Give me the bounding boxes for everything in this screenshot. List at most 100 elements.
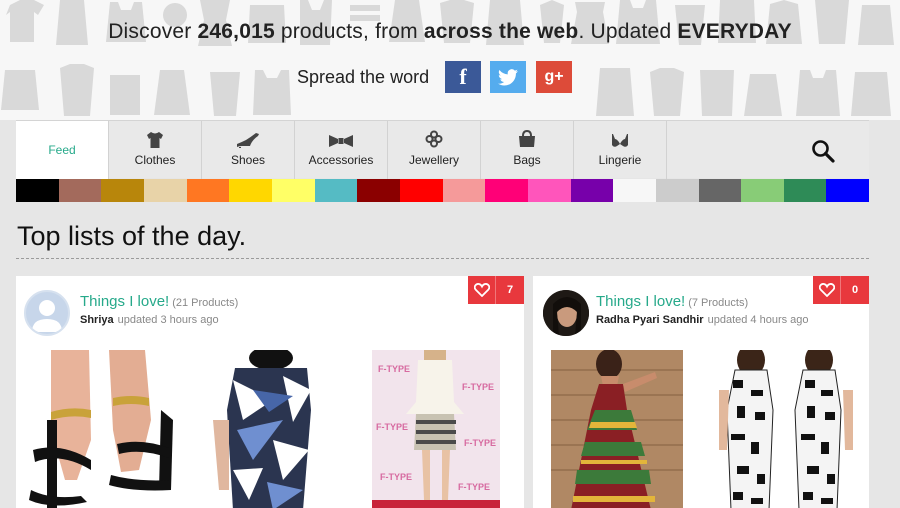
product-count-label: (21 Products) <box>172 297 239 309</box>
product-count-label: (7 Products) <box>688 297 749 309</box>
tab-lingerie-label: Lingerie <box>598 153 642 167</box>
list-card[interactable]: Things I love! (7 Products) Radha Pyari S… <box>533 276 869 508</box>
avatar[interactable] <box>24 290 70 336</box>
color-filter-bar <box>16 179 870 202</box>
like-count: 7 <box>496 276 524 304</box>
headline-suffix: . Updated <box>578 20 678 43</box>
update-frequency: EVERYDAY <box>677 20 792 43</box>
color-swatch[interactable] <box>613 179 656 202</box>
user-photo <box>543 290 589 336</box>
color-swatch[interactable] <box>229 179 272 202</box>
clothing-pattern-background <box>1 0 894 116</box>
color-swatch[interactable] <box>186 179 230 202</box>
product-image-peplum-dress[interactable]: F-TYPE F-TYPE F-TYPE F-TYPE F-TYPE F-TYP… <box>372 350 500 508</box>
facebook-share-button[interactable]: f <box>445 61 481 93</box>
section-title: Top lists of the day. <box>17 221 247 251</box>
search-icon <box>812 140 835 163</box>
color-swatch[interactable] <box>698 179 742 202</box>
list-title-link[interactable]: Things I love! <box>80 293 169 310</box>
user-line: Radha Pyari Sandhir updated 4 hours ago <box>596 314 809 326</box>
bag-icon <box>519 130 535 147</box>
color-swatch[interactable] <box>58 179 102 202</box>
color-swatch[interactable] <box>357 179 400 202</box>
like-count: 0 <box>841 276 869 304</box>
list-card[interactable]: Things I love! (21 Products) Shriya update… <box>16 276 524 508</box>
dashed-divider <box>16 258 869 259</box>
svg-text:F-TYPE: F-TYPE <box>376 422 408 432</box>
tab-feed[interactable]: Feed <box>16 121 109 179</box>
tab-jewellery[interactable]: Jewellery <box>388 121 481 179</box>
color-swatch[interactable] <box>399 179 443 202</box>
search-button[interactable] <box>811 139 835 168</box>
heart-icon <box>818 283 835 297</box>
headline-middle: products, from <box>274 20 424 43</box>
color-swatch[interactable] <box>271 179 315 202</box>
avatar[interactable] <box>543 290 589 336</box>
tab-bags[interactable]: Bags <box>481 121 574 179</box>
ring-icon <box>425 130 443 148</box>
category-nav: Feed Clothes Shoes Accessories Jewellery <box>16 120 869 179</box>
list-title-link[interactable]: Things I love! <box>596 293 685 310</box>
color-swatch[interactable] <box>826 179 870 202</box>
tab-lingerie[interactable]: Lingerie <box>574 121 667 179</box>
product-image-maxi-dress[interactable] <box>551 350 683 508</box>
product-image-printed-dress[interactable] <box>213 350 323 508</box>
like-button[interactable] <box>813 276 841 304</box>
spread-label: Spread the word <box>297 67 430 87</box>
user-line: Shriya updated 3 hours ago <box>80 314 219 326</box>
color-swatch[interactable] <box>143 179 187 202</box>
list-title-line: Things I love! (21 Products) <box>80 293 238 310</box>
bra-icon <box>612 134 628 147</box>
updated-time: updated 3 hours ago <box>117 314 219 326</box>
tab-shoes-label: Shoes <box>230 153 266 167</box>
twitter-icon <box>498 68 518 85</box>
svg-text:F-TYPE: F-TYPE <box>462 382 494 392</box>
headline-prefix: Discover <box>108 20 198 43</box>
tab-shoes[interactable]: Shoes <box>202 121 295 179</box>
google-plus-share-button[interactable]: g+ <box>536 61 572 93</box>
heart-icon <box>473 283 490 297</box>
hero-banner: Discover 246,015 products, from across t… <box>0 0 900 120</box>
updated-time: updated 4 hours ago <box>707 314 809 326</box>
heel-icon <box>237 133 259 148</box>
user-name-link[interactable]: Radha Pyari Sandhir <box>596 314 704 326</box>
tab-clothes[interactable]: Clothes <box>109 121 202 179</box>
color-swatch[interactable] <box>570 179 614 202</box>
like-widget: 7 <box>468 276 524 304</box>
svg-text:F-TYPE: F-TYPE <box>380 472 412 482</box>
facebook-icon: f <box>459 64 467 89</box>
color-swatch[interactable] <box>314 179 358 202</box>
tab-accessories-label: Accessories <box>308 153 374 167</box>
color-swatch[interactable] <box>741 179 784 202</box>
tab-clothes-label: Clothes <box>134 153 176 167</box>
product-count: 246,015 <box>197 20 275 43</box>
color-swatch[interactable] <box>101 179 144 202</box>
svg-text:F-TYPE: F-TYPE <box>378 364 410 374</box>
list-title-line: Things I love! (7 Products) <box>596 293 748 310</box>
color-swatch[interactable] <box>485 179 528 202</box>
headline: Discover 246,015 products, from across t… <box>0 20 900 44</box>
tab-jewellery-label: Jewellery <box>408 153 459 167</box>
headline-web: across the web <box>423 20 579 43</box>
svg-text:F-TYPE: F-TYPE <box>458 482 490 492</box>
user-name-link[interactable]: Shriya <box>80 314 114 326</box>
color-swatch[interactable] <box>527 179 571 202</box>
tshirt-icon <box>147 132 163 148</box>
bowtie-icon <box>329 135 353 147</box>
color-swatch[interactable] <box>783 179 827 202</box>
like-widget: 0 <box>813 276 869 304</box>
product-image-sandals[interactable] <box>21 350 181 508</box>
color-swatch[interactable] <box>655 179 699 202</box>
default-avatar-icon <box>32 300 62 332</box>
google-plus-icon: g+ <box>544 68 564 85</box>
twitter-share-button[interactable] <box>490 61 526 93</box>
product-image-print-dress[interactable] <box>711 350 859 508</box>
tab-bags-label: Bags <box>513 153 541 167</box>
color-swatch[interactable] <box>16 179 59 202</box>
svg-text:F-TYPE: F-TYPE <box>464 438 496 448</box>
like-button[interactable] <box>468 276 496 304</box>
color-swatch[interactable] <box>442 179 486 202</box>
tab-accessories[interactable]: Accessories <box>295 121 388 179</box>
tab-feed-label: Feed <box>48 143 76 157</box>
